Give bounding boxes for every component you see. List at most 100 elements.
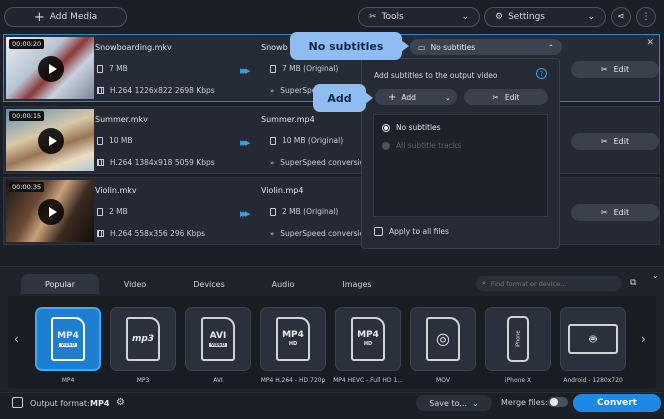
close-icon[interactable]: ✕ [646,38,654,48]
duration-badge: 00:00:20 [9,39,45,49]
superspeed-icon: » [270,229,275,238]
output-size: 10 MB (Original) [270,136,343,145]
format-mp4-hevc[interactable]: MP4 HD [335,307,401,371]
file-icon [97,136,103,145]
video-thumbnail[interactable]: 00:00:35 [6,180,94,242]
tools-label: Tools [381,12,404,22]
edit-button[interactable]: ✂ Edit [571,204,659,221]
callout-pointer [365,92,373,104]
plus-icon: + [388,91,397,103]
add-label: Add [401,92,416,102]
file-codec: H.264 558x356 296 Kbps [97,229,205,238]
chevron-down-icon: ⌄ [587,12,595,22]
format-avi[interactable]: AVI VIDEO [185,307,251,371]
share-icon: ⋖ [617,12,625,22]
format-android[interactable]: 🤖︎ [560,307,626,371]
play-icon[interactable] [38,56,64,82]
tools-icon: ✂ [600,137,608,146]
mp4-hd-icon: MP4 HD [276,317,310,361]
format-search[interactable]: ⌕ [476,276,622,291]
format-label: MOV [436,377,450,384]
search-icon: ⌕ [482,279,486,287]
output-format-label: Output format: [30,399,90,408]
tools-icon: ✂ [600,65,608,74]
save-to-button[interactable]: Save to... ⌄ [416,395,492,411]
radio-icon [382,141,390,150]
chevron-down-icon: ⌄ [444,92,451,102]
file-size: 10 MB [97,136,133,145]
subtitles-dropdown[interactable]: ▭ No subtitles ⌃ [410,39,562,55]
superspeed-status: » SuperSpeed conversio [270,229,365,238]
format-mov[interactable]: ◎ [410,307,476,371]
quicktime-icon: ◎ [426,317,460,361]
tools-icon: ✂ [492,92,499,102]
edit-button[interactable]: ✂ Edit [571,133,659,150]
settings-button[interactable]: ⚙ Settings ⌄ [484,7,606,27]
video-thumbnail[interactable]: 00:00:15 [6,109,94,171]
tab-images[interactable]: Images [320,274,394,294]
mp3-icon: mp3 [126,317,160,361]
format-mp4[interactable]: MP4 VIDEO [35,307,101,371]
scroll-right-icon[interactable]: › [641,332,646,346]
tools-icon: ✂ [369,12,377,22]
tab-video[interactable]: Video [98,274,172,294]
file-name: Summer.mkv [95,115,148,124]
video-thumbnail[interactable]: 00:00:20 [6,37,94,99]
play-icon[interactable] [38,199,64,225]
format-mp4-hd720[interactable]: MP4 HD [260,307,326,371]
output-file-name[interactable]: Snowb [261,43,288,52]
help-icon[interactable]: ? [536,68,547,79]
format-mp3[interactable]: mp3 [110,307,176,371]
mp4-hd-icon: MP4 HD [351,317,385,361]
collapse-icon[interactable]: ⌄ [652,271,659,280]
format-label: MP4 H.264 - HD 720p [260,377,326,384]
apply-all-checkbox[interactable]: Apply to all files [374,227,449,236]
merge-files-toggle[interactable] [548,397,568,407]
settings-label: Settings [508,12,545,22]
film-icon [97,87,104,94]
search-input[interactable] [490,279,611,288]
more-button[interactable]: ⋮ [636,7,656,27]
file-size: 7 MB [97,64,128,73]
file-row-summer[interactable]: 00:00:15 Summer.mkv 10 MB H.264 1384x918… [3,106,660,174]
callout-no-subtitles: No subtitles [290,32,402,60]
gear-icon[interactable]: ⚙ [116,397,125,408]
device-detect-icon[interactable]: ⧉ [630,278,636,288]
callout-add: Add [313,84,366,112]
option-no-subtitles[interactable]: No subtitles [382,123,441,132]
tab-audio[interactable]: Audio [246,274,320,294]
scroll-left-icon[interactable]: ‹ [14,332,19,346]
file-name: Snowboarding.mkv [95,43,172,52]
file-size: 2 MB [97,207,128,216]
edit-subtitle-button[interactable]: ✂ Edit [464,89,548,105]
iphone-icon: iPhone [507,316,529,362]
formats-area [8,296,656,388]
add-media-button[interactable]: + Add Media [4,7,127,27]
file-row-violin[interactable]: 00:00:35 Violin.mkv 2 MB H.264 558x356 2… [3,177,660,245]
edit-button[interactable]: ✂ Edit [571,61,659,78]
tab-devices[interactable]: Devices [172,274,246,294]
tools-button[interactable]: ✂ Tools ⌄ [358,7,480,27]
file-icon [97,64,103,73]
chevron-down-icon: ⌄ [472,398,479,408]
play-icon[interactable] [38,128,64,154]
convert-arrow-icon: ▸▸▸ [240,207,250,220]
file-icon [270,207,276,216]
format-label: Android - 1280x720 [563,377,623,384]
output-format-icon [12,397,23,408]
share-button[interactable]: ⋖ [611,7,631,27]
format-label: MP4 HEVC - Full HD 1... [333,377,403,384]
convert-arrow-icon: ▸▸▸ [240,136,250,149]
add-subtitle-button[interactable]: + Add ⌄ [375,89,457,105]
superspeed-status: » SuperSpeed conversio [270,158,365,167]
output-file-name[interactable]: Violin.mp4 [261,186,303,195]
output-file-name[interactable]: Summer.mp4 [261,115,315,124]
subtitles-value: No subtitles [430,42,476,52]
tab-popular[interactable]: Popular [21,274,99,294]
edit-label: Edit [504,92,520,102]
format-iphone-x[interactable]: iPhone [485,307,551,371]
android-icon: 🤖︎ [568,324,618,354]
gear-icon: ⚙ [495,12,504,22]
film-icon [97,159,104,166]
convert-button[interactable]: Convert [573,394,661,412]
